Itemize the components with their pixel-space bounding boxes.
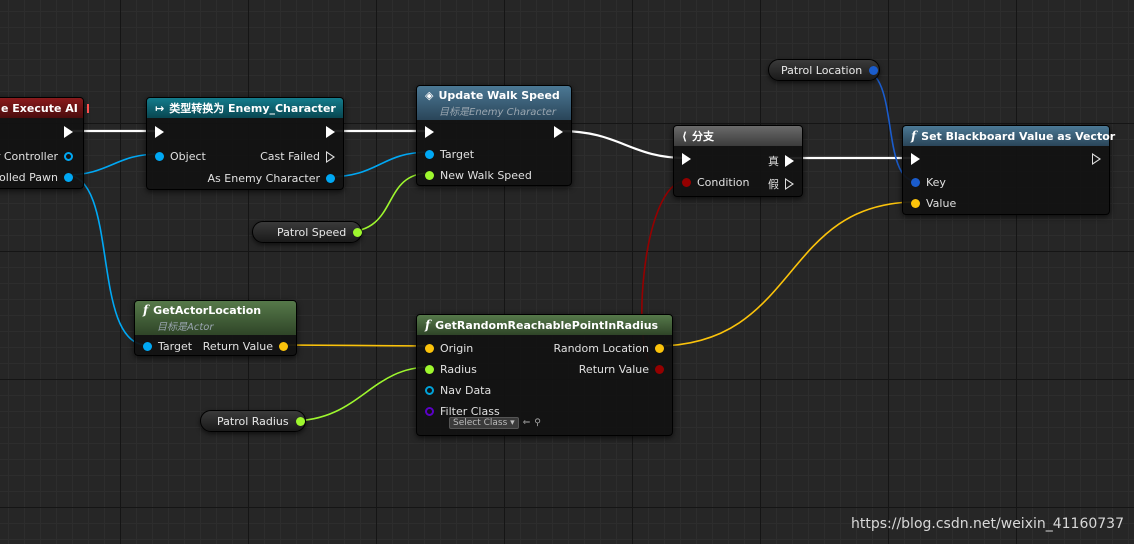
exec-in-pin[interactable] [911, 153, 920, 165]
new-walk-speed-label: New Walk Speed [440, 169, 532, 182]
patrol-speed-pin[interactable] [353, 227, 363, 237]
return-value-pin[interactable] [279, 342, 288, 351]
select-class-dropdown[interactable]: Select Class ▾ ⇐ ⚲ [449, 417, 541, 429]
nav-data-pin[interactable] [425, 386, 434, 395]
get-loc-subtitle: 目标是Actor [157, 322, 214, 333]
exec-in-pin[interactable] [425, 126, 434, 138]
return-value-pin[interactable] [655, 365, 664, 374]
get-random-point-node[interactable]: f GetRandomReachablePointInRadius Origin… [416, 314, 673, 436]
watermark: https://blog.csdn.net/weixin_41160737 [850, 516, 1124, 532]
new-walk-speed-pin[interactable] [425, 171, 434, 180]
cast-title: 类型转换为 Enemy_Character [169, 102, 336, 115]
target-label: Target [440, 148, 475, 161]
random-location-pin[interactable] [655, 344, 664, 353]
cast-arrow-icon: ↦ [155, 101, 165, 115]
origin-label: Origin [440, 342, 474, 355]
select-class-label: Select Class [453, 418, 508, 428]
wire-location-origin [281, 344, 431, 347]
browse-icon[interactable]: ⚲ [534, 418, 541, 428]
function-icon: f [425, 318, 431, 332]
patrol-radius-var[interactable]: Patrol Radius [200, 410, 306, 432]
key-pin[interactable] [911, 178, 920, 187]
exec-in-pin[interactable] [155, 126, 164, 138]
branch-icon: ⟨ [682, 129, 688, 143]
patrol-speed-label: Patrol Speed [277, 225, 347, 239]
patrol-location-label: Patrol Location [781, 63, 863, 77]
wire-random-value [655, 201, 917, 347]
origin-pin[interactable] [425, 344, 434, 353]
update-subtitle: 目标是Enemy Character [439, 106, 557, 118]
update-title: Update Walk Speed [438, 88, 560, 102]
exec-in-pin[interactable] [682, 153, 691, 165]
patrol-location-var[interactable]: Patrol Location [768, 59, 880, 81]
close-icon[interactable] [86, 103, 89, 113]
branch-node[interactable]: ⟨ 分支 真 Condition 假 [673, 125, 803, 197]
exec-out-pin[interactable] [326, 126, 335, 138]
wire-layer [65, 69, 917, 422]
nav-data-label: Nav Data [440, 384, 492, 397]
radius-label: Radius [440, 363, 477, 376]
random-location-label: Random Location [553, 342, 649, 355]
target-pin[interactable] [425, 150, 434, 159]
radius-pin[interactable] [425, 365, 434, 374]
as-enemy-label: As Enemy Character [207, 172, 320, 185]
target-label: Target [158, 340, 193, 353]
object-label: Object [170, 150, 206, 163]
exec-out-pin[interactable] [554, 126, 563, 138]
cast-failed-label: Cast Failed [260, 150, 320, 163]
filter-class-pin[interactable] [425, 407, 434, 416]
patrol-radius-pin[interactable] [295, 416, 305, 426]
cast-failed-pin[interactable] [326, 150, 335, 163]
patrol-speed-var[interactable]: Patrol Speed [252, 221, 363, 243]
get-loc-title: GetActorLocation [153, 303, 262, 317]
cast-node[interactable]: ↦ 类型转换为 Enemy_Character Object Cast Fail… [146, 97, 344, 190]
true-pin[interactable] [785, 155, 794, 167]
function-icon: f [911, 129, 917, 143]
pawn-label: rolled Pawn [0, 171, 58, 184]
set-bb-title: Set Blackboard Value as Vector [921, 129, 1116, 143]
get-actor-location-node[interactable]: f GetActorLocation 目标是Actor Target Retur… [134, 300, 297, 356]
as-enemy-pin[interactable] [326, 174, 335, 183]
branch-title: 分支 [692, 130, 715, 143]
condition-pin[interactable] [682, 178, 691, 187]
pawn-pin[interactable] [64, 173, 73, 182]
event-title: e Execute AI [1, 101, 78, 115]
value-label: Value [926, 197, 957, 210]
return-value-label: Return Value [202, 340, 273, 353]
exec-out-pin[interactable] [1092, 153, 1101, 165]
target-pin[interactable] [143, 342, 152, 351]
false-label: 假 [768, 178, 779, 191]
patrol-location-pin[interactable] [869, 65, 879, 75]
diamond-icon: ◈ [425, 88, 434, 102]
controller-label: er Controller [0, 150, 58, 163]
wire-radius [290, 366, 431, 422]
set-blackboard-node[interactable]: f Set Blackboard Value as Vector Key Val… [902, 125, 1115, 215]
event-node[interactable]: e Execute AI er Controller rolled Pawn [0, 97, 89, 189]
false-pin[interactable] [785, 178, 794, 190]
patrol-radius-label: Patrol Radius [217, 414, 289, 428]
update-walk-speed-node[interactable]: ◈ Update Walk Speed 目标是Enemy Character T… [416, 85, 572, 186]
exec-out-pin[interactable] [64, 126, 73, 138]
value-pin[interactable] [911, 199, 920, 208]
use-selected-icon[interactable]: ⇐ [523, 418, 531, 428]
true-label: 真 [768, 155, 779, 168]
random-title: GetRandomReachablePointInRadius [435, 318, 659, 332]
object-pin[interactable] [155, 152, 164, 161]
function-icon: f [143, 303, 149, 317]
exec-wire-update-branch [559, 129, 687, 160]
key-label: Key [926, 176, 946, 189]
return-value-label: Return Value [578, 363, 649, 376]
condition-label: Condition [697, 176, 750, 189]
controller-pin[interactable] [64, 152, 73, 161]
